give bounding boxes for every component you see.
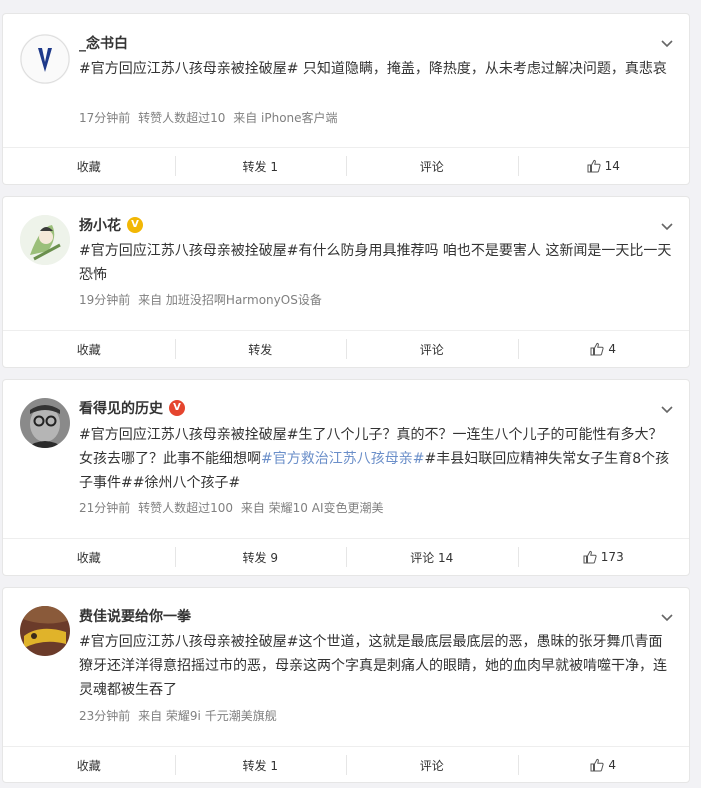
comment-label: 评论	[419, 342, 444, 357]
action-bar: 收藏 转发 1 评论 4	[3, 746, 689, 783]
post-text: #官方回应江苏八孩母亲被拴破屋# 只知道隐瞒，掩盖，降热度，从未考虑过解决问题，…	[79, 57, 675, 81]
hashtag[interactable]: #徐州八个孩子#	[133, 475, 240, 491]
username: 扬小花 V	[79, 217, 143, 235]
repost-button[interactable]: 转发	[174, 331, 347, 367]
favorite-button[interactable]: 收藏	[3, 747, 175, 783]
avatar[interactable]	[20, 606, 70, 656]
hashtag[interactable]: #官方回应江苏八孩母亲被拴破屋#	[79, 634, 298, 650]
repost-label: 转发 1	[242, 159, 278, 174]
favorite-label: 收藏	[76, 159, 101, 174]
hashtag[interactable]: #官方回应江苏八孩母亲被拴破屋#	[79, 243, 298, 259]
favorite-button[interactable]: 收藏	[3, 331, 175, 367]
action-bar: 收藏 转发 9 评论 14 173	[3, 538, 689, 575]
avatar[interactable]	[20, 215, 70, 265]
post-source[interactable]: 来自 荣耀9i 千元潮美旗舰	[138, 709, 277, 723]
post-meta: 19分钟前 来自 加班没招啊HarmonyOS设备	[79, 292, 322, 308]
post-source[interactable]: 来自 加班没招啊HarmonyOS设备	[138, 293, 322, 307]
post-text: #官方回应江苏八孩母亲被拴破屋#有什么防身用具推荐吗 咱也不是要害人 这新闻是一…	[79, 239, 675, 287]
favorite-label: 收藏	[76, 342, 101, 357]
comment-button[interactable]: 评论 14	[346, 539, 518, 575]
repost-label: 转发	[248, 342, 273, 357]
post-extra: 转赞人数超过100	[138, 501, 234, 515]
post-time[interactable]: 23分钟前	[79, 709, 130, 723]
chevron-down-icon[interactable]	[661, 612, 673, 624]
weibo-post: 看得见的历史 V #官方回应江苏八孩母亲被拴破屋#生了八个儿子？真的不？一连生八个…	[2, 379, 690, 576]
comment-button[interactable]: 评论	[346, 331, 518, 367]
favorite-label: 收藏	[76, 550, 101, 565]
comment-button[interactable]: 评论	[346, 148, 518, 184]
weibo-post: 费佳说要给你一拳 #官方回应江苏八孩母亲被拴破屋#这个世道，这就是最底层最底层的…	[2, 587, 690, 783]
favorite-button[interactable]: 收藏	[3, 539, 175, 575]
chevron-down-icon[interactable]	[661, 221, 673, 233]
hashtag[interactable]: #官方回应江苏八孩母亲被拴破屋#	[79, 427, 298, 443]
post-time[interactable]: 19分钟前	[79, 293, 130, 307]
verified-badge-icon: V	[169, 400, 185, 416]
verified-badge-icon: V	[127, 217, 143, 233]
favorite-label: 收藏	[76, 758, 101, 773]
thumbs-up-icon	[583, 550, 597, 564]
repost-button[interactable]: 转发 1	[174, 747, 347, 783]
post-time[interactable]: 17分钟前	[79, 111, 130, 125]
post-text: #官方回应江苏八孩母亲被拴破屋#这个世道，这就是最底层最底层的恶，愚昧的张牙舞爪…	[79, 630, 675, 702]
username[interactable]: _念书白	[79, 35, 128, 53]
like-count: 173	[600, 550, 624, 564]
post-meta: 21分钟前 转赞人数超过100 来自 荣耀10 AI变色更潮美	[79, 500, 384, 516]
repost-button[interactable]: 转发 1	[174, 148, 347, 184]
repost-label: 转发 1	[242, 758, 278, 773]
repost-label: 转发 9	[242, 550, 278, 565]
like-count: 14	[604, 159, 620, 173]
comment-button[interactable]: 评论	[346, 747, 518, 783]
comment-label: 评论	[419, 758, 444, 773]
post-text: #官方回应江苏八孩母亲被拴破屋#生了八个儿子？真的不？一连生八个儿子的可能性有多…	[79, 423, 675, 495]
username-text[interactable]: 看得见的历史	[79, 401, 163, 417]
action-bar: 收藏 转发 1 评论 14	[3, 147, 689, 184]
like-button[interactable]: 14	[517, 148, 690, 184]
chevron-down-icon[interactable]	[661, 38, 673, 50]
verified-badge-glyph: V	[173, 402, 181, 413]
page-right-edge	[701, 0, 710, 788]
like-button[interactable]: 173	[517, 539, 690, 575]
avatar[interactable]	[20, 398, 70, 448]
post-source[interactable]: 来自 iPhone客户端	[233, 111, 337, 125]
hashtag-link[interactable]: #官方救治江苏八孩母亲#	[261, 451, 424, 467]
like-button[interactable]: 4	[517, 747, 690, 783]
post-time[interactable]: 21分钟前	[79, 501, 130, 515]
avatar[interactable]	[20, 34, 70, 84]
chevron-down-icon[interactable]	[661, 404, 673, 416]
username-text[interactable]: 扬小花	[79, 218, 121, 234]
post-meta: 23分钟前 来自 荣耀9i 千元潮美旗舰	[79, 708, 277, 724]
favorite-button[interactable]: 收藏	[3, 148, 175, 184]
thumbs-up-icon	[590, 758, 605, 772]
post-extra: 转赞人数超过10	[138, 111, 226, 125]
repost-button[interactable]: 转发 9	[174, 539, 347, 575]
text-segment: 只知道隐瞒，掩盖，降热度，从未考虑过解决问题，真悲哀	[298, 61, 667, 77]
action-bar: 收藏 转发 评论 4	[3, 330, 689, 367]
like-count: 4	[608, 758, 617, 772]
thumbs-up-icon	[587, 159, 601, 173]
username: 看得见的历史 V	[79, 400, 185, 418]
like-button[interactable]: 4	[517, 331, 690, 367]
post-meta: 17分钟前 转赞人数超过10 来自 iPhone客户端	[79, 110, 338, 126]
hashtag[interactable]: #官方回应江苏八孩母亲被拴破屋#	[79, 61, 298, 77]
thumbs-up-icon	[590, 342, 605, 356]
comment-label: 评论 14	[410, 550, 454, 565]
weibo-post: 扬小花 V #官方回应江苏八孩母亲被拴破屋#有什么防身用具推荐吗 咱也不是要害人 …	[2, 196, 690, 368]
post-source[interactable]: 来自 荣耀10 AI变色更潮美	[241, 501, 384, 515]
weibo-post: _念书白 #官方回应江苏八孩母亲被拴破屋# 只知道隐瞒，掩盖，降热度，从未考虑过…	[2, 13, 690, 185]
like-count: 4	[608, 342, 617, 356]
username[interactable]: 费佳说要给你一拳	[79, 608, 191, 626]
verified-badge-glyph: V	[131, 219, 139, 230]
comment-label: 评论	[419, 159, 444, 174]
